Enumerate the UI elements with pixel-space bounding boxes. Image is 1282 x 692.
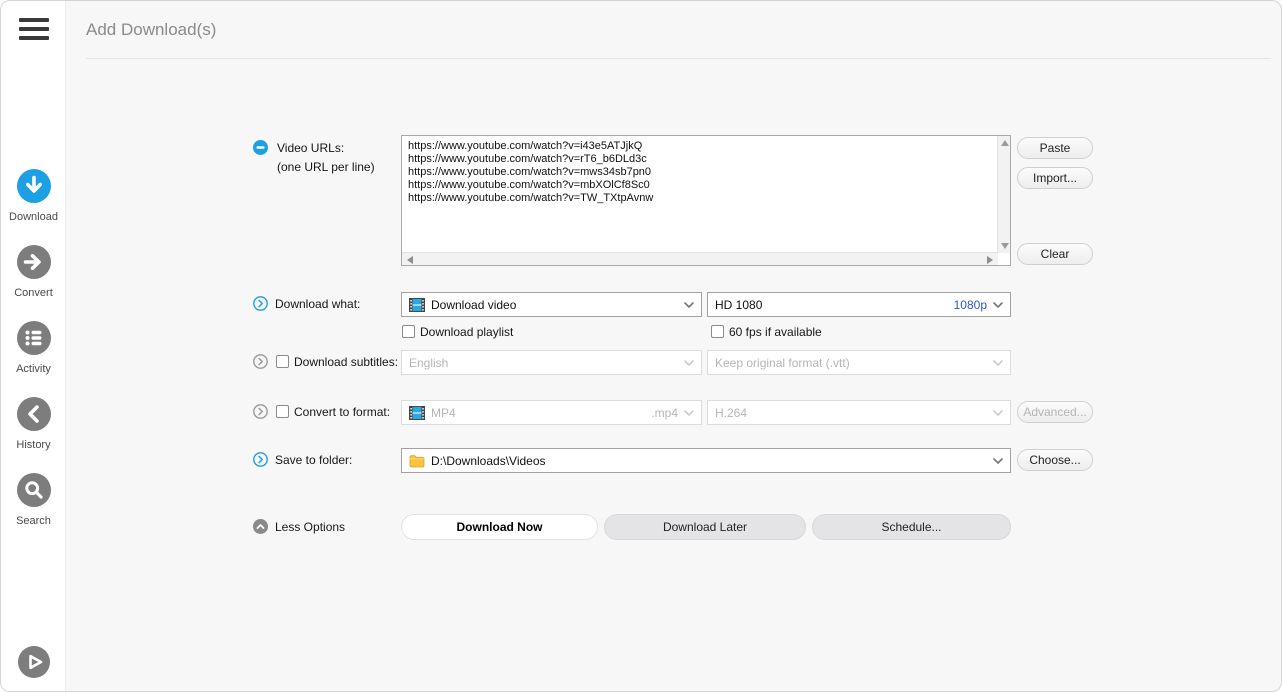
page-title: Add Download(s) (86, 20, 216, 40)
app-window: Download Convert Activity History (0, 0, 1282, 692)
schedule-button[interactable]: Schedule... (812, 514, 1011, 540)
download-playlist-label: Download playlist (420, 325, 513, 339)
download-now-button[interactable]: Download Now (401, 514, 598, 540)
scroll-left-icon[interactable] (407, 256, 413, 264)
magnifier-icon (17, 473, 51, 507)
save-folder-label: Save to folder: (275, 453, 352, 467)
convert-checkbox[interactable] (276, 405, 289, 418)
chevron-down-icon (993, 454, 1003, 468)
sidebar-item-convert[interactable]: Convert (1, 245, 66, 299)
sidebar-item-search[interactable]: Search (1, 473, 66, 527)
expand-convert-icon[interactable] (253, 404, 268, 424)
advanced-button: Advanced... (1017, 401, 1093, 423)
convert-codec-select: H.264 (707, 400, 1011, 425)
chevron-down-icon (993, 298, 1003, 312)
video-urls-box: https://www.youtube.com/watch?v=i43e5ATJ… (401, 135, 1011, 266)
scroll-up-icon[interactable] (1001, 140, 1009, 146)
chevron-down-icon (684, 298, 694, 312)
chevron-down-icon (684, 406, 694, 420)
quality-tag: 1080p (954, 298, 987, 312)
convert-format-value: MP4 (431, 406, 651, 420)
save-folder-path: D:\Downloads\Videos (431, 454, 987, 468)
download-arrow-icon (17, 169, 51, 203)
sidebar-item-history[interactable]: History (1, 397, 66, 451)
subtitle-format-select: Keep original format (.vtt) (707, 350, 1011, 375)
chevron-down-icon (684, 356, 694, 370)
film-icon (409, 405, 425, 421)
chevron-down-icon (993, 406, 1003, 420)
sidebar: Download Convert Activity History (1, 1, 66, 691)
sidebar-item-label: Download (1, 211, 66, 223)
download-what-value: Download video (431, 298, 678, 312)
subtitles-checkbox[interactable] (276, 355, 289, 368)
main-panel: Add Download(s) Video URLs: (one URL per… (66, 1, 1281, 691)
download-playlist-checkbox[interactable] (402, 325, 415, 338)
sidebar-item-label: Activity (1, 363, 66, 375)
expand-subtitles-icon[interactable] (253, 354, 268, 374)
chevron-down-icon (993, 356, 1003, 370)
folder-icon (409, 454, 425, 468)
subtitle-language-select: English (401, 350, 702, 375)
film-icon (409, 297, 425, 313)
fps-label: 60 fps if available (729, 325, 822, 339)
clear-button[interactable]: Clear (1017, 243, 1093, 265)
header-divider (86, 58, 1271, 59)
subtitles-label: Download subtitles: (294, 355, 398, 369)
scroll-down-icon[interactable] (1001, 243, 1009, 249)
scroll-right-icon[interactable] (987, 256, 993, 264)
expand-download-what-icon[interactable] (253, 296, 268, 316)
less-options-label[interactable]: Less Options (275, 520, 345, 534)
convert-format-select: MP4 .mp4 (401, 400, 702, 425)
sidebar-item-label: Convert (1, 287, 66, 299)
video-urls-input[interactable]: https://www.youtube.com/watch?v=i43e5ATJ… (402, 136, 998, 253)
sidebar-item-download[interactable]: Download (1, 169, 66, 223)
save-folder-select[interactable]: D:\Downloads\Videos (401, 448, 1011, 473)
subtitle-language-value: English (409, 356, 678, 370)
sidebar-item-label: Search (1, 515, 66, 527)
fps-checkbox[interactable] (711, 325, 724, 338)
horizontal-scrollbar[interactable] (402, 252, 998, 265)
menu-icon[interactable] (19, 18, 49, 44)
list-icon (17, 321, 51, 355)
video-urls-label: Video URLs: (277, 141, 344, 155)
video-urls-sublabel: (one URL per line) (277, 160, 375, 174)
convert-label: Convert to format: (294, 405, 390, 419)
paste-button[interactable]: Paste (1017, 137, 1093, 159)
arrow-right-icon (17, 245, 51, 279)
vertical-scrollbar[interactable] (997, 136, 1010, 253)
convert-codec-value: H.264 (715, 406, 987, 420)
choose-button[interactable]: Choose... (1017, 449, 1093, 471)
quality-select[interactable]: HD 1080 1080p (707, 292, 1011, 317)
download-later-button[interactable]: Download Later (604, 514, 806, 540)
sidebar-item-activity[interactable]: Activity (1, 321, 66, 375)
collapse-options-icon[interactable] (253, 519, 268, 539)
quality-value: HD 1080 (715, 298, 954, 312)
import-button[interactable]: Import... (1017, 167, 1093, 189)
download-what-select[interactable]: Download video (401, 292, 702, 317)
subtitle-format-value: Keep original format (.vtt) (715, 356, 987, 370)
convert-format-ext: .mp4 (651, 406, 678, 420)
chevron-left-icon (17, 397, 51, 431)
download-what-label: Download what: (275, 297, 360, 311)
play-icon[interactable] (18, 646, 50, 678)
remove-urls-icon (253, 140, 268, 160)
expand-save-folder-icon[interactable] (253, 452, 268, 472)
sidebar-item-label: History (1, 439, 66, 451)
